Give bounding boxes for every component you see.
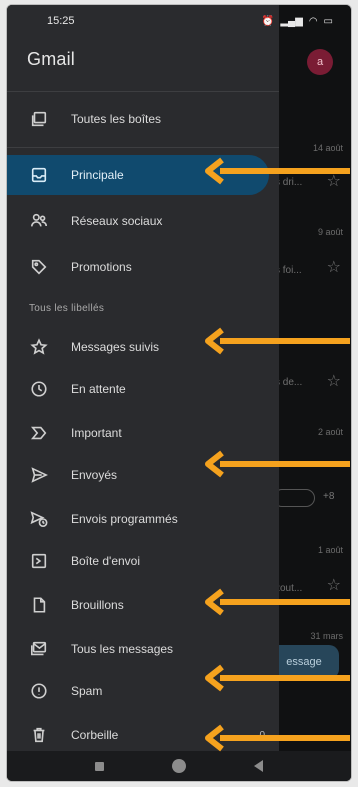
drawer-item-all-inboxes[interactable]: Toutes les boîtes <box>7 99 279 139</box>
star-icon <box>29 337 49 357</box>
wifi-icon: ◠ <box>308 15 318 27</box>
annotation-arrow <box>204 157 350 185</box>
spam-icon <box>29 681 49 701</box>
app-title: Gmail <box>27 49 76 69</box>
divider <box>7 91 279 92</box>
inbox-icon <box>29 165 49 185</box>
annotation-arrow <box>204 327 350 355</box>
drawer-item-label: Toutes les boîtes <box>71 112 162 126</box>
recents-button[interactable] <box>95 761 104 771</box>
drawer-item-label: Corbeille <box>71 728 119 742</box>
back-button[interactable] <box>254 760 263 772</box>
status-time: 15:25 <box>47 15 75 27</box>
important-icon <box>29 423 49 443</box>
drawer-item-promotions[interactable]: Promotions <box>7 247 279 287</box>
mail-date: 14 août <box>312 143 343 153</box>
people-icon <box>29 211 49 231</box>
drawer-item-envois-programmes[interactable]: Envois programmés <box>7 499 279 539</box>
divider <box>7 147 279 148</box>
drawer-item-label: Brouillons <box>71 598 124 612</box>
drawer-item-label: Envoyés <box>71 468 118 482</box>
battery-icon: ▭ <box>323 15 333 27</box>
annotation-arrow <box>204 724 350 752</box>
drawer-item-label: En attente <box>71 382 126 396</box>
system-nav-bar <box>7 751 351 781</box>
send-icon <box>29 465 49 485</box>
annotation-arrow <box>204 664 350 692</box>
scheduled-send-icon <box>29 509 49 529</box>
home-button[interactable] <box>172 759 186 773</box>
drawer-item-important[interactable]: Important <box>7 413 279 453</box>
mail-date: 9 août <box>317 227 343 237</box>
annotation-arrow <box>204 588 350 616</box>
draft-icon <box>29 595 49 615</box>
annotation-arrow <box>204 450 350 478</box>
mail-date: 1 août <box>317 545 343 555</box>
more-attachments-count: +8 <box>323 491 335 502</box>
alarm-icon: ⏰ <box>261 15 275 27</box>
drawer-item-label: Promotions <box>71 260 132 274</box>
drawer-item-label: Boîte d'envoi <box>71 554 141 568</box>
drawer-item-label: Envois programmés <box>71 512 178 526</box>
drawer-item-label: Important <box>71 426 122 440</box>
mail-date: 31 mars <box>310 631 343 641</box>
signal-icon: ▂▄▆ <box>280 15 303 27</box>
section-label: Tous les libellés <box>29 303 105 314</box>
drawer-item-en-attente[interactable]: En attente <box>7 369 279 409</box>
mail-date: 2 août <box>317 427 343 437</box>
trash-icon <box>29 725 49 745</box>
outbox-icon <box>29 551 49 571</box>
drawer-item-label: Principale <box>71 168 124 182</box>
tag-icon <box>29 257 49 277</box>
drawer-item-label: Spam <box>71 684 103 698</box>
drawer-item-label: Réseaux sociaux <box>71 214 163 228</box>
drawer-item-reseaux-sociaux[interactable]: Réseaux sociaux <box>7 201 279 241</box>
status-bar: 15:25 ⏰ ▂▄▆ ◠ ▭ <box>7 5 351 37</box>
all-mail-icon <box>29 639 49 659</box>
drawer-item-label: Messages suivis <box>71 340 160 354</box>
star-icon[interactable]: ☆ <box>327 257 341 277</box>
drawer-item-label: Tous les messages <box>71 642 174 656</box>
attachment-chip[interactable] <box>273 489 315 507</box>
drawer-item-boite-denvoi[interactable]: Boîte d'envoi <box>7 541 279 581</box>
star-icon[interactable]: ☆ <box>327 371 341 391</box>
navigation-drawer: Gmail Toutes les boîtes Principale Résea… <box>7 5 279 753</box>
clock-icon <box>29 379 49 399</box>
all-inboxes-icon <box>29 109 49 129</box>
avatar[interactable]: a <box>307 49 333 75</box>
drawer-item-tous-les-messages[interactable]: Tous les messages <box>7 629 279 669</box>
